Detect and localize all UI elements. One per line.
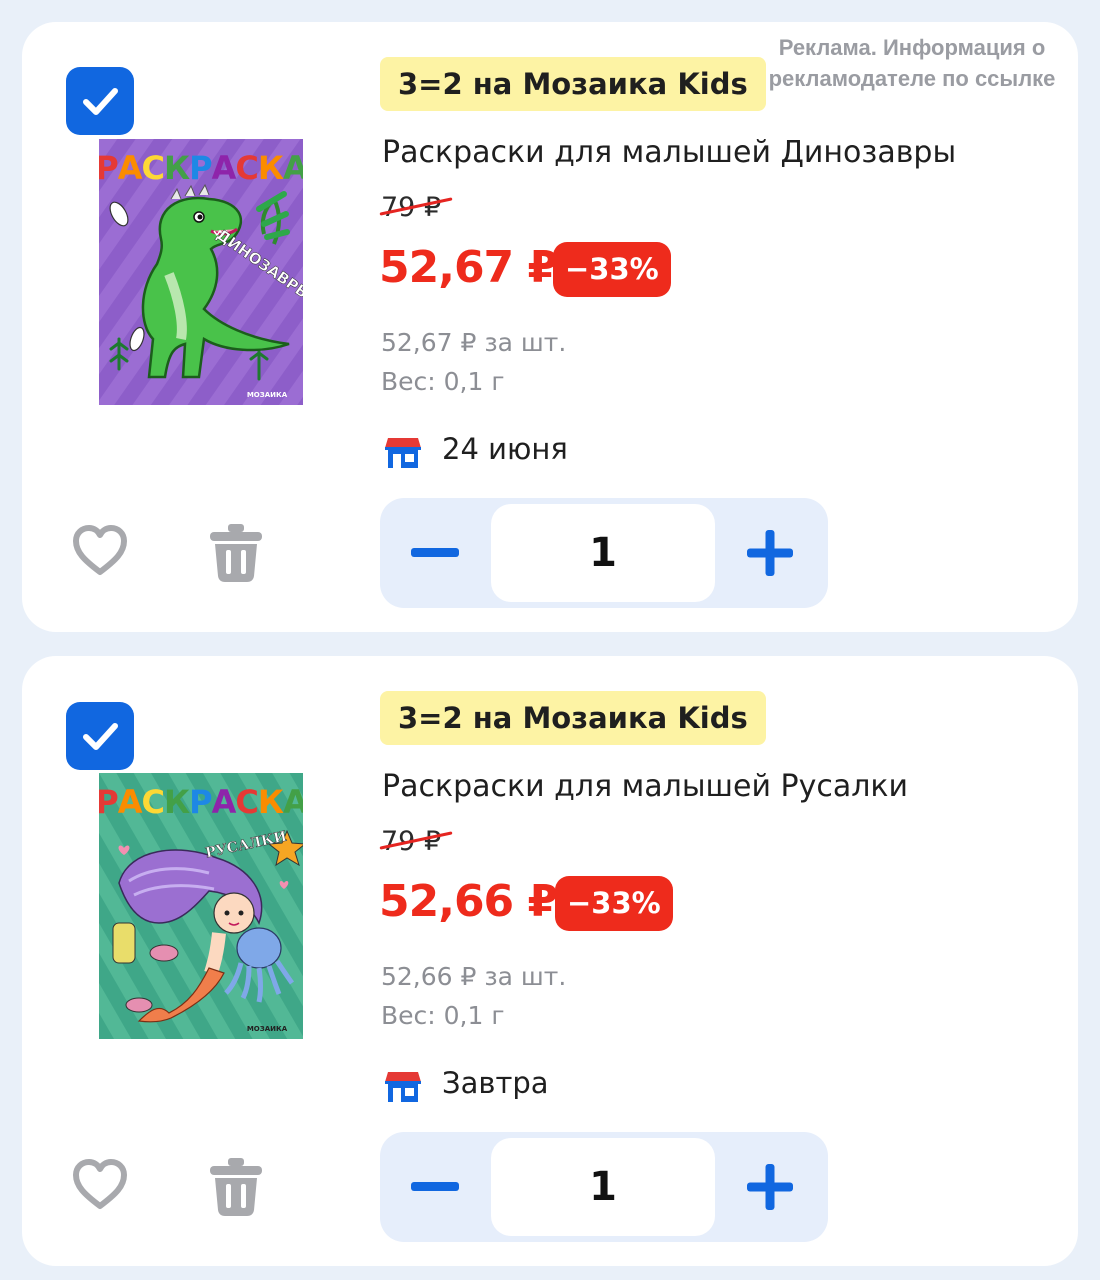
quantity-input[interactable]: 1 — [491, 504, 715, 602]
quantity-input[interactable]: 1 — [491, 1138, 715, 1236]
product-title[interactable]: Раскраски для малышей Русалки — [382, 769, 908, 804]
unit-price: 52,67 ₽ за шт. — [381, 328, 567, 357]
svg-text:РАСКРАСКА: РАСКРАСКА — [99, 149, 303, 187]
minus-icon — [411, 548, 459, 557]
item-select-checkbox[interactable] — [66, 67, 134, 135]
product-image[interactable]: РАСКРАСКА РУСАЛКИ МОЗАИКА — [99, 773, 303, 1039]
decrease-button[interactable] — [400, 518, 470, 588]
promo-badge[interactable]: 3=2 на Мозаика Kids — [380, 57, 766, 111]
increase-button[interactable] — [735, 518, 805, 588]
checkmark-icon — [83, 723, 118, 750]
svg-text:РАСКРАСКА: РАСКРАСКА — [99, 783, 303, 821]
product-weight: Вес: 0,1 г — [381, 367, 505, 396]
cover-publisher: МОЗАИКА — [247, 391, 288, 399]
delivery-date: Завтра — [442, 1066, 549, 1100]
promo-badge[interactable]: 3=2 на Мозаика Kids — [380, 691, 766, 745]
checkmark-icon — [83, 88, 118, 115]
current-price: 52,66 ₽ — [379, 876, 558, 927]
increase-button[interactable] — [735, 1152, 805, 1222]
cart-item-card: РАСКРАСКА РУСАЛКИ МОЗАИКА 3=2 на Мозаика… — [22, 656, 1078, 1266]
old-price: 79 ₽ — [379, 826, 453, 857]
unit-price: 52,66 ₽ за шт. — [381, 962, 567, 991]
plus-icon — [747, 1164, 793, 1210]
heart-icon[interactable] — [70, 1156, 130, 1216]
decrease-button[interactable] — [400, 1152, 470, 1222]
trash-icon[interactable] — [206, 522, 266, 584]
store-icon — [385, 1072, 421, 1102]
item-select-checkbox[interactable] — [66, 702, 134, 770]
cart-item-card: Реклама. Информация о рекламодателе по с… — [22, 22, 1078, 632]
heart-icon[interactable] — [70, 522, 130, 582]
plus-icon — [747, 530, 793, 576]
quantity-stepper: 1 — [380, 1132, 828, 1242]
minus-icon — [411, 1182, 459, 1191]
ad-notice[interactable]: Реклама. Информация о рекламодателе по с… — [752, 32, 1072, 94]
product-image[interactable]: РАСКРАСКА ДИНОЗАВРЫ МОЗАИКА — [99, 139, 303, 405]
discount-badge: −33% — [553, 242, 671, 297]
trash-icon[interactable] — [206, 1156, 266, 1218]
store-icon — [385, 438, 421, 468]
delivery-date: 24 июня — [442, 432, 568, 466]
product-title[interactable]: Раскраски для малышей Динозавры — [382, 135, 956, 170]
discount-badge: −33% — [555, 876, 673, 931]
product-weight: Вес: 0,1 г — [381, 1001, 505, 1030]
current-price: 52,67 ₽ — [379, 242, 558, 293]
old-price: 79 ₽ — [379, 192, 453, 223]
cover-publisher: МОЗАИКА — [247, 1025, 288, 1033]
quantity-stepper: 1 — [380, 498, 828, 608]
